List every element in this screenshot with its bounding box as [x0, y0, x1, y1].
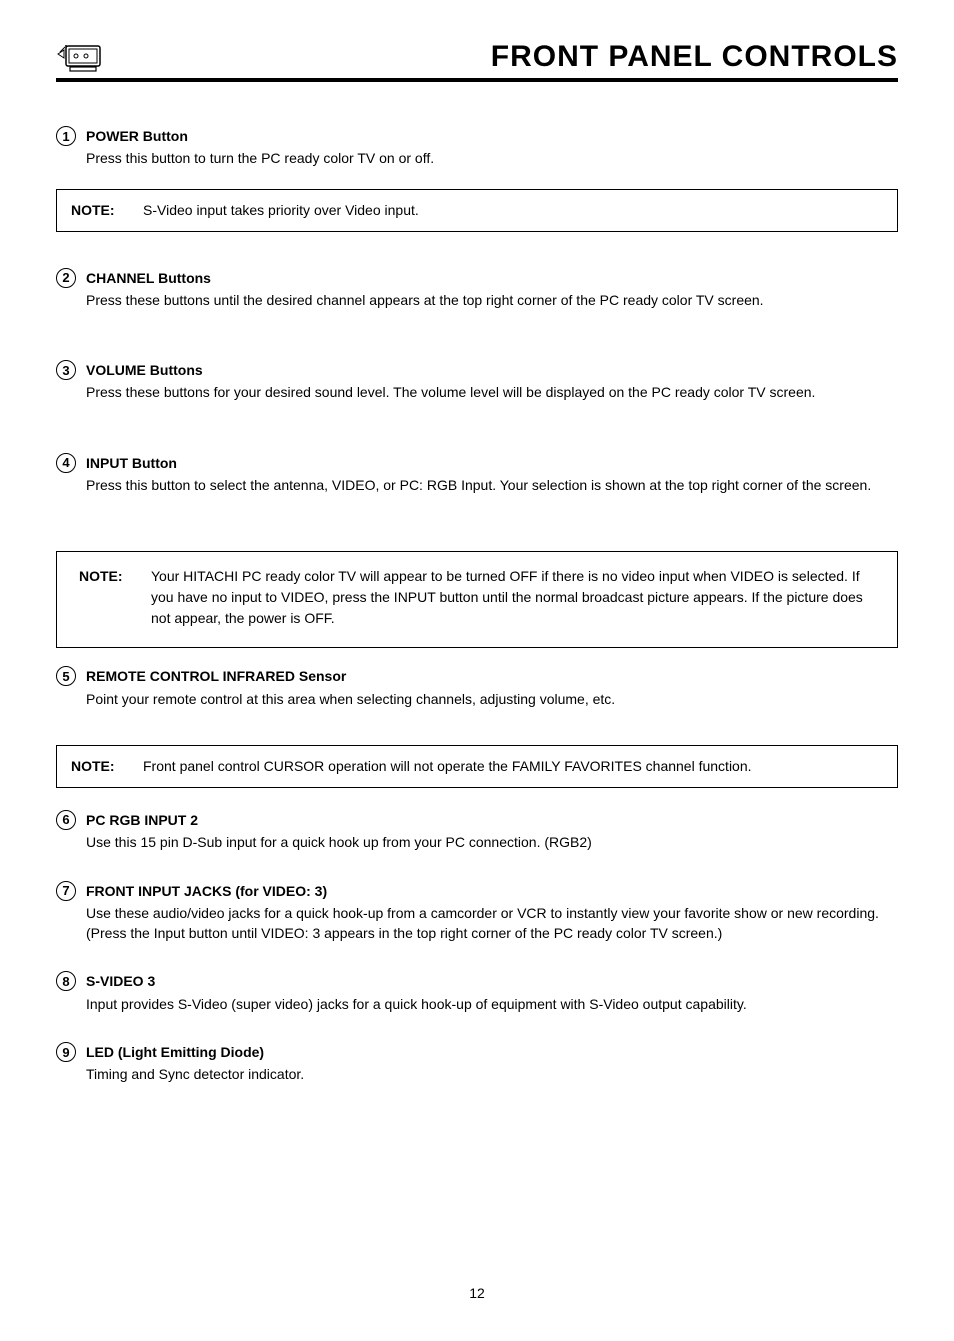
- item-number-circle: 9: [56, 1042, 76, 1062]
- item-number-circle: 3: [56, 360, 76, 380]
- item-title: PC RGB INPUT 2: [86, 810, 898, 830]
- item-description: Use these audio/video jacks for a quick …: [86, 903, 898, 944]
- item-title: POWER Button: [86, 126, 898, 146]
- note-box: NOTE: Front panel control CURSOR operati…: [56, 745, 898, 788]
- item-title: LED (Light Emitting Diode): [86, 1042, 898, 1062]
- item-title: VOLUME Buttons: [86, 360, 898, 380]
- note-text: Front panel control CURSOR operation wil…: [143, 756, 883, 777]
- item-description: Press these buttons until the desired ch…: [86, 290, 898, 310]
- note-label: NOTE:: [79, 566, 151, 587]
- item-number-circle: 7: [56, 881, 76, 901]
- note-box: NOTE: Your HITACHI PC ready color TV wil…: [56, 551, 898, 648]
- item-body: REMOTE CONTROL INFRARED Sensor Point you…: [86, 666, 898, 709]
- manual-page: FRONT PANEL CONTROLS 1 POWER Button Pres…: [0, 0, 954, 1341]
- item-number-circle: 1: [56, 126, 76, 146]
- item-description: Use this 15 pin D-Sub input for a quick …: [86, 832, 898, 852]
- note-text: Your HITACHI PC ready color TV will appe…: [151, 566, 883, 629]
- item-description: Press these buttons for your desired sou…: [86, 382, 898, 402]
- item-number-circle: 8: [56, 971, 76, 991]
- item-number-circle: 5: [56, 666, 76, 686]
- item-description: Press this button to turn the PC ready c…: [86, 148, 898, 168]
- item-body: FRONT INPUT JACKS (for VIDEO: 3) Use the…: [86, 881, 898, 944]
- control-item: 5 REMOTE CONTROL INFRARED Sensor Point y…: [56, 666, 898, 709]
- note-box: NOTE: S-Video input takes priority over …: [56, 189, 898, 232]
- item-title: REMOTE CONTROL INFRARED Sensor: [86, 666, 898, 686]
- note-label: NOTE:: [71, 756, 143, 777]
- control-item: 9 LED (Light Emitting Diode) Timing and …: [56, 1042, 898, 1085]
- note-label: NOTE:: [71, 200, 143, 221]
- item-description: Point your remote control at this area w…: [86, 689, 898, 709]
- item-body: VOLUME Buttons Press these buttons for y…: [86, 360, 898, 403]
- page-title: FRONT PANEL CONTROLS: [491, 40, 898, 74]
- item-description: Press this button to select the antenna,…: [86, 475, 898, 495]
- item-body: S-VIDEO 3 Input provides S-Video (super …: [86, 971, 898, 1014]
- control-item: 1 POWER Button Press this button to turn…: [56, 126, 898, 169]
- item-title: S-VIDEO 3: [86, 971, 898, 991]
- page-number: 12: [56, 1285, 898, 1301]
- control-item: 2 CHANNEL Buttons Press these buttons un…: [56, 268, 898, 311]
- tv-logo-icon: [56, 44, 104, 74]
- control-item: 4 INPUT Button Press this button to sele…: [56, 453, 898, 496]
- control-item: 8 S-VIDEO 3 Input provides S-Video (supe…: [56, 971, 898, 1014]
- item-title: FRONT INPUT JACKS (for VIDEO: 3): [86, 881, 898, 901]
- control-item: 7 FRONT INPUT JACKS (for VIDEO: 3) Use t…: [56, 881, 898, 944]
- item-title: INPUT Button: [86, 453, 898, 473]
- item-number-circle: 6: [56, 810, 76, 830]
- item-description: Timing and Sync detector indicator.: [86, 1064, 898, 1084]
- item-title: CHANNEL Buttons: [86, 268, 898, 288]
- item-body: PC RGB INPUT 2 Use this 15 pin D-Sub inp…: [86, 810, 898, 853]
- control-item: 6 PC RGB INPUT 2 Use this 15 pin D-Sub i…: [56, 810, 898, 853]
- item-number-circle: 2: [56, 268, 76, 288]
- item-body: POWER Button Press this button to turn t…: [86, 126, 898, 169]
- item-body: CHANNEL Buttons Press these buttons unti…: [86, 268, 898, 311]
- item-description: Input provides S-Video (super video) jac…: [86, 994, 898, 1014]
- control-item: 3 VOLUME Buttons Press these buttons for…: [56, 360, 898, 403]
- note-text: S-Video input takes priority over Video …: [143, 200, 883, 221]
- item-body: INPUT Button Press this button to select…: [86, 453, 898, 496]
- page-header: FRONT PANEL CONTROLS: [56, 40, 898, 82]
- item-number-circle: 4: [56, 453, 76, 473]
- item-body: LED (Light Emitting Diode) Timing and Sy…: [86, 1042, 898, 1085]
